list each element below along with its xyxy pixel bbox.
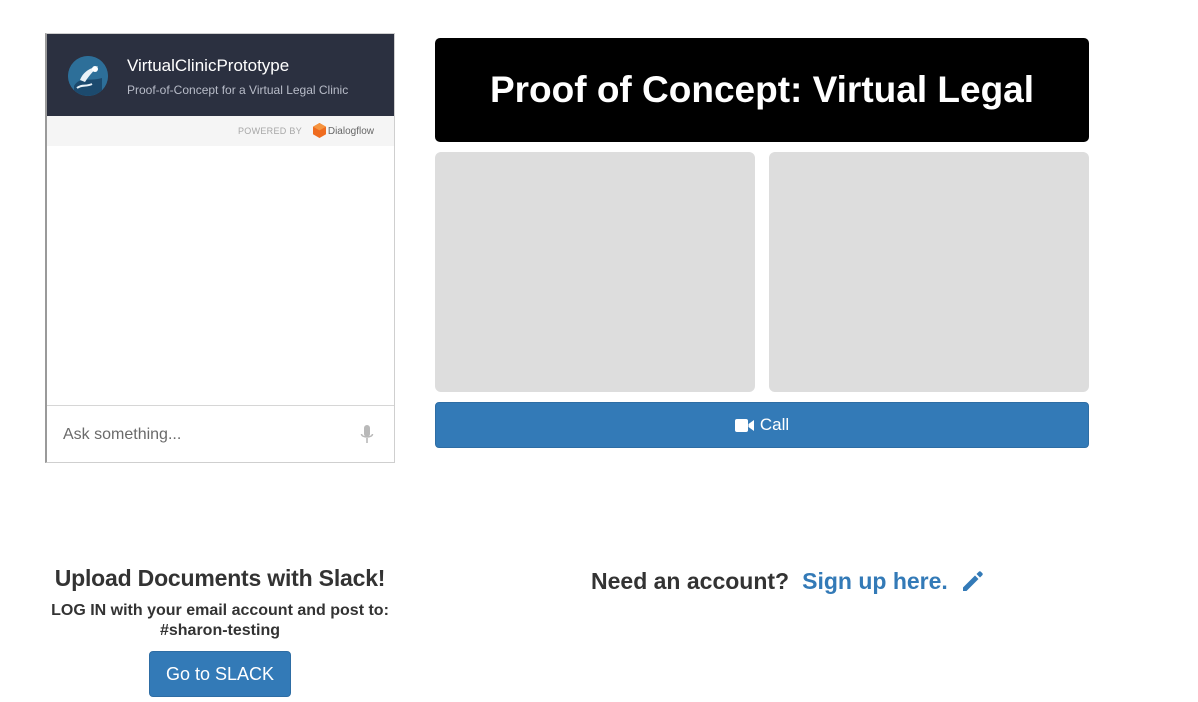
chat-header: VirtualClinicPrototype Proof-of-Concept …	[47, 34, 394, 116]
remote-video-pane	[769, 152, 1089, 392]
chat-subtitle: Proof-of-Concept for a Virtual Legal Cli…	[127, 83, 349, 97]
go-to-slack-button[interactable]: Go to SLACK	[148, 651, 292, 697]
powered-by-label: POWERED BY	[237, 126, 302, 136]
signup-question: Need an account?	[591, 567, 790, 594]
signup-link[interactable]: Sign up here.	[802, 568, 948, 595]
bot-avatar-icon	[68, 56, 108, 96]
powered-by-bar: POWERED BY Dialogflow	[47, 116, 394, 146]
chat-input-bar	[47, 405, 394, 462]
chat-widget: VirtualClinicPrototype Proof-of-Concept …	[45, 33, 395, 463]
pencil-icon[interactable]	[960, 568, 986, 594]
dialogflow-link[interactable]: Dialogflow	[328, 126, 374, 137]
local-video-pane	[435, 152, 755, 392]
chat-query-input[interactable]	[63, 422, 343, 448]
dialogflow-logo-icon	[313, 123, 326, 138]
slack-upload-section: Upload Documents with Slack! LOG IN with…	[30, 565, 410, 697]
slack-instructions: LOG IN with your email account and post …	[51, 602, 389, 639]
call-button-label: Call	[759, 415, 790, 434]
chat-title: VirtualClinicPrototype	[127, 56, 290, 75]
title-banner: Proof of Concept: Virtual Legal Clinic	[435, 38, 1089, 214]
microphone-icon[interactable]	[360, 425, 374, 445]
video-camera-icon	[734, 418, 754, 432]
slack-heading: Upload Documents with Slack!	[54, 565, 386, 591]
call-button[interactable]: Call	[435, 402, 1089, 448]
signup-section: Need an account? Sign up here.	[591, 565, 986, 597]
